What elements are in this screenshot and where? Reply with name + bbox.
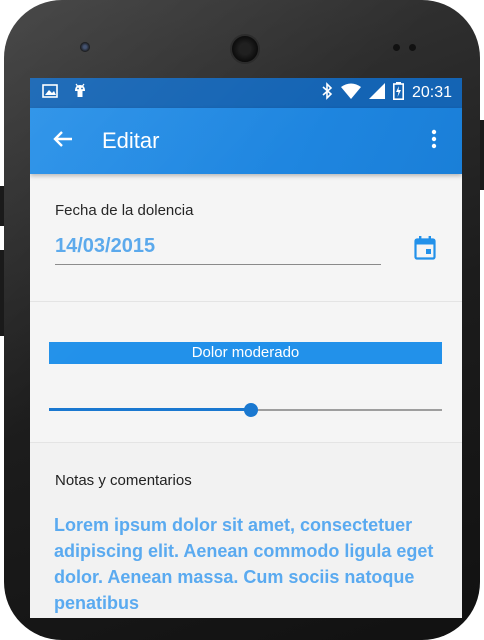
pain-slider[interactable] <box>49 403 442 417</box>
notes-textarea[interactable]: Lorem ipsum dolor sit amet, consectetuer… <box>54 512 434 616</box>
date-field[interactable]: 14/03/2015 <box>55 235 381 265</box>
back-button[interactable] <box>30 108 96 174</box>
wifi-icon <box>340 83 361 104</box>
notes-label: Notas y comentarios <box>55 472 192 489</box>
volume-button <box>0 250 4 336</box>
screen: 20:31 Editar Fecha de la dolencia 14/03/… <box>30 78 462 618</box>
pain-level-banner: Dolor moderado <box>49 342 442 364</box>
front-camera <box>80 42 90 52</box>
light-sensor <box>409 44 416 51</box>
side-button <box>0 186 4 226</box>
app-bar: Editar <box>30 108 462 174</box>
clock: 20:31 <box>411 84 452 101</box>
earpiece-speaker <box>230 34 260 64</box>
date-label: Fecha de la dolencia <box>55 202 194 219</box>
bluetooth-icon <box>321 81 333 105</box>
pain-section <box>30 302 462 443</box>
slider-fill <box>49 408 252 411</box>
slider-thumb[interactable] <box>244 403 259 417</box>
overflow-menu-button[interactable] <box>406 108 462 174</box>
power-button <box>480 120 484 190</box>
signal-icon <box>368 82 385 104</box>
more-vert-icon <box>431 129 437 154</box>
date-section: Fecha de la dolencia 14/03/2015 <box>30 174 462 302</box>
arrow-back-icon <box>53 130 73 153</box>
page-title: Editar <box>102 128 160 153</box>
battery-charging-icon <box>392 81 404 105</box>
proximity-sensor <box>393 44 400 51</box>
image-icon <box>42 83 58 103</box>
calendar-icon[interactable] <box>414 235 436 265</box>
status-bar: 20:31 <box>30 78 462 108</box>
android-icon <box>72 82 88 105</box>
phone-frame: 20:31 Editar Fecha de la dolencia 14/03/… <box>0 0 484 640</box>
